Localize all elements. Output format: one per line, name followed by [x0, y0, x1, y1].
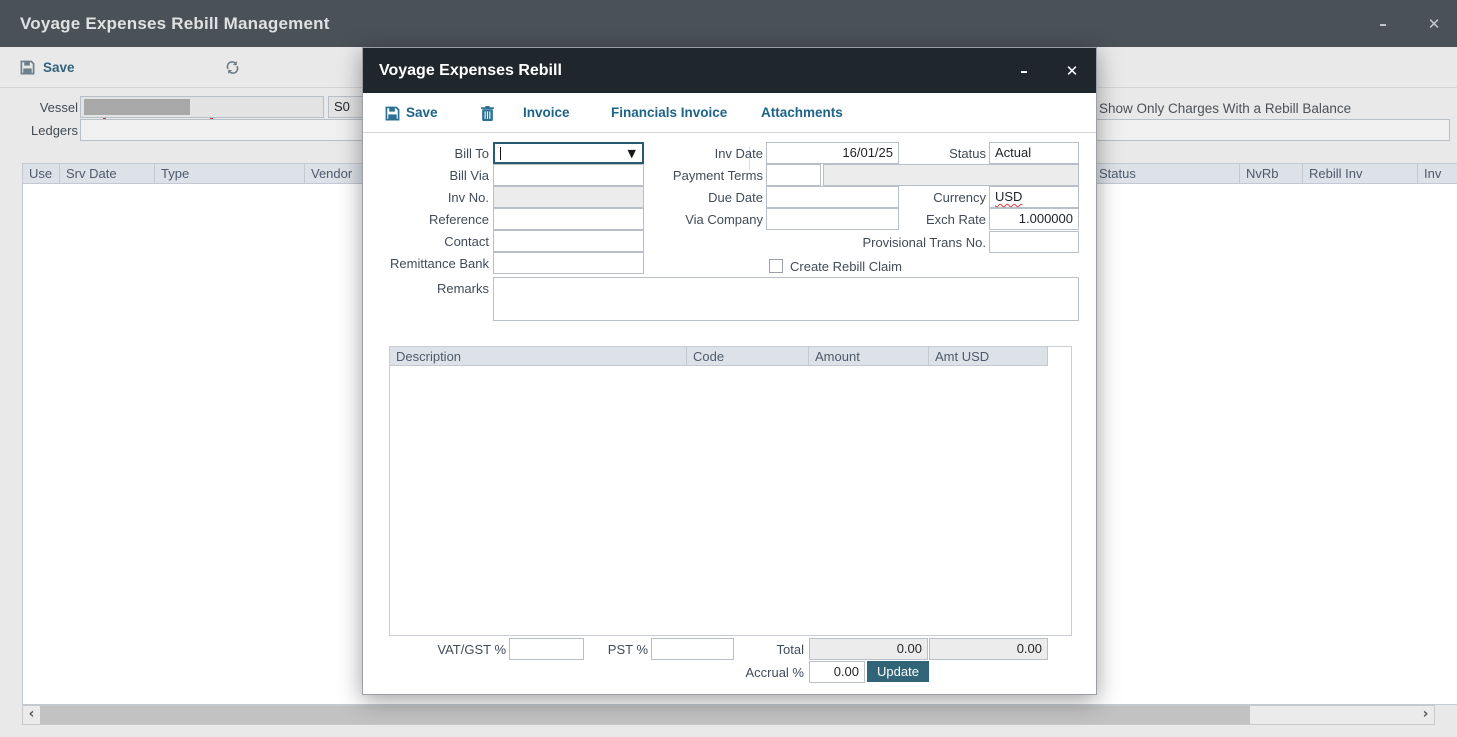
total-amt-usd-field: 0.00 — [929, 638, 1048, 660]
inv-no-input — [493, 186, 644, 208]
dialog-save-button[interactable]: Save — [406, 93, 438, 133]
bill-to-dropdown[interactable]: ▼ — [493, 142, 644, 164]
provisional-trans-no-input[interactable] — [989, 231, 1079, 253]
scrollbar-thumb[interactable] — [40, 706, 1250, 724]
exch-rate-label: Exch Rate — [866, 209, 986, 231]
scroll-left-icon[interactable]: ‹ — [23, 706, 40, 724]
column-header-amount[interactable]: Amount — [809, 347, 929, 366]
column-header-type[interactable]: Type — [155, 163, 305, 184]
total-label: Total — [724, 639, 804, 661]
column-header-use[interactable]: Use — [22, 163, 60, 184]
remittance-bank-input[interactable] — [493, 252, 644, 274]
provisional-trans-no-label: Provisional Trans No. — [743, 232, 986, 254]
total-amount-field: 0.00 — [809, 638, 928, 660]
main-window-titlebar: Voyage Expenses Rebill Management – ✕ — [0, 0, 1457, 47]
currency-value: USD — [995, 189, 1022, 204]
text-cursor — [500, 147, 501, 160]
remarks-textarea[interactable] — [493, 277, 1079, 321]
status-input[interactable]: Actual — [989, 142, 1079, 164]
voyage-expenses-rebill-dialog: Voyage Expenses Rebill – ✕ Save — [362, 47, 1097, 695]
save-icon — [20, 60, 35, 75]
vessel-label: Vessel — [0, 97, 78, 119]
column-header-srv-date[interactable]: Srv Date — [60, 163, 155, 184]
currency-input[interactable]: USD — [989, 186, 1079, 208]
accrual-input[interactable]: 0.00 — [809, 661, 865, 683]
column-header-rebill-inv[interactable]: Rebill Inv — [1303, 163, 1418, 184]
contact-label: Contact — [363, 231, 489, 253]
currency-label: Currency — [866, 187, 986, 209]
main-window-title: Voyage Expenses Rebill Management — [20, 0, 330, 47]
scroll-right-icon[interactable]: › — [1417, 706, 1434, 724]
contact-input[interactable] — [493, 230, 644, 252]
vessel-value-redacted — [84, 99, 190, 115]
chevron-down-icon[interactable]: ▼ — [628, 145, 636, 163]
payment-terms-label: Payment Terms — [643, 165, 763, 187]
column-header-description[interactable]: Description — [390, 347, 687, 366]
bill-via-input[interactable] — [493, 164, 644, 186]
column-header-status[interactable]: Status — [1093, 163, 1240, 184]
financials-invoice-tab[interactable]: Financials Invoice — [611, 93, 727, 133]
reference-label: Reference — [363, 209, 489, 231]
column-header-amt-usd[interactable]: Amt USD — [929, 347, 1048, 366]
attachments-tab[interactable]: Attachments — [761, 93, 843, 133]
payment-terms-description — [823, 164, 1079, 186]
reference-input[interactable] — [493, 208, 644, 230]
invoice-tab[interactable]: Invoice — [523, 93, 570, 133]
remittance-bank-label: Remittance Bank — [363, 253, 489, 275]
rebill-balance-filter-label[interactable]: Show Only Charges With a Rebill Balance — [1099, 98, 1351, 120]
bill-to-label: Bill To — [363, 143, 489, 165]
create-rebill-claim-checkbox[interactable] — [769, 259, 783, 273]
create-rebill-claim-label[interactable]: Create Rebill Claim — [790, 259, 902, 275]
column-header-inv[interactable]: Inv — [1418, 163, 1457, 184]
column-header-nvrb[interactable]: NvRb — [1240, 163, 1303, 184]
column-header-code[interactable]: Code — [687, 347, 809, 366]
inv-no-label: Inv No. — [363, 187, 489, 209]
delete-icon[interactable] — [481, 106, 494, 121]
accrual-label: Accrual % — [724, 662, 804, 684]
pst-input[interactable] — [651, 638, 734, 660]
minimize-icon[interactable]: – — [1370, 11, 1396, 37]
pst-label: PST % — [548, 639, 648, 661]
status-label: Status — [866, 143, 986, 165]
inv-date-label: Inv Date — [643, 143, 763, 165]
refresh-icon[interactable] — [225, 60, 240, 75]
bill-via-label: Bill Via — [363, 165, 489, 187]
dialog-minimize-icon[interactable]: – — [1011, 58, 1037, 84]
via-company-label: Via Company — [643, 209, 763, 231]
update-button[interactable]: Update — [867, 661, 929, 682]
dialog-toolbar: Save Invoice Financials Invoice Attachme… — [363, 93, 1096, 133]
save-button[interactable]: Save — [43, 60, 75, 75]
dialog-titlebar: Voyage Expenses Rebill – ✕ — [363, 48, 1096, 93]
payment-terms-input[interactable] — [766, 164, 821, 186]
close-icon[interactable]: ✕ — [1421, 11, 1447, 37]
dialog-close-icon[interactable]: ✕ — [1059, 58, 1085, 84]
horizontal-scrollbar[interactable]: ‹ › — [22, 705, 1435, 725]
screen: Voyage Expenses Rebill Management – ✕ Sa… — [0, 0, 1457, 737]
ledgers-label: Ledgers — [0, 120, 78, 142]
due-date-label: Due Date — [643, 187, 763, 209]
exch-rate-input[interactable]: 1.000000 — [989, 208, 1079, 230]
line-items-grid[interactable]: Description Code Amount Amt USD — [389, 346, 1072, 636]
dialog-title: Voyage Expenses Rebill — [379, 48, 562, 93]
remarks-label: Remarks — [363, 278, 489, 300]
vat-gst-label: VAT/GST % — [363, 639, 506, 661]
save-icon — [385, 106, 400, 121]
